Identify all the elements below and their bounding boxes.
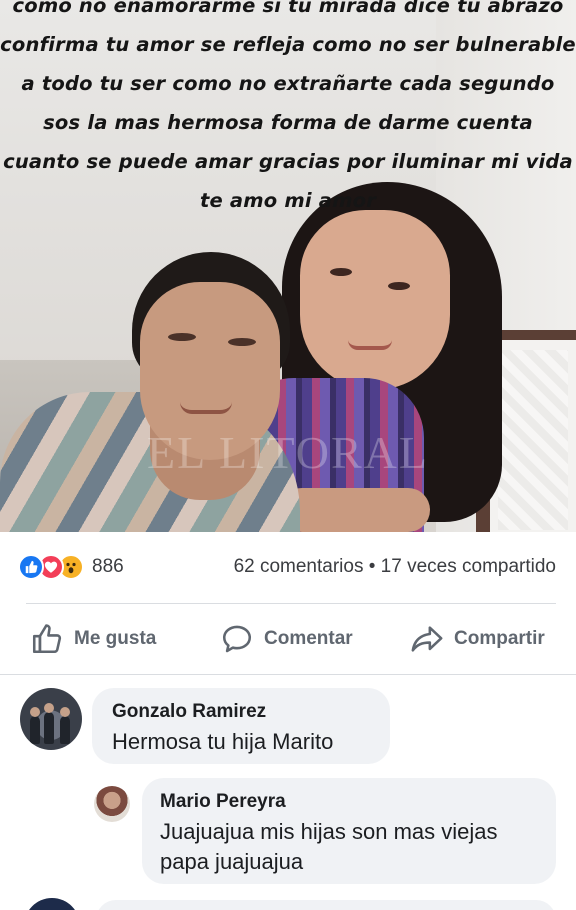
caption-line: te amo mi amor	[199, 189, 377, 212]
reply-bubble: Mario Pereyra Juajuajua mis hijas son ma…	[142, 778, 556, 884]
reaction-count: 886	[92, 556, 124, 577]
caption-line: confirma tu amor se refleja como no ser …	[0, 33, 576, 56]
share-arrow-icon	[411, 626, 443, 652]
caption-line: cuanto se puede amar gracias por ilumina…	[3, 150, 573, 173]
avatar[interactable]	[24, 898, 80, 910]
avatar-figure	[30, 707, 40, 744]
like-icon	[18, 554, 44, 580]
post-action-bar: Me gusta Comentar Compartir	[0, 604, 576, 674]
comment-button-label: Comentar	[264, 628, 353, 649]
comment-button[interactable]: Comentar	[220, 620, 353, 658]
thumbs-up-icon	[32, 624, 62, 654]
man-smile	[180, 402, 232, 414]
woman-smile	[348, 340, 392, 350]
avatar-figure	[44, 703, 54, 744]
like-button-label: Me gusta	[74, 628, 157, 649]
comment-author[interactable]: Mario Pereyra	[160, 790, 556, 814]
reaction-summary[interactable]: 886	[18, 554, 124, 580]
comment-text: Juajuajua mis hijas son mas viejas papa …	[160, 819, 498, 874]
comment-bubble: Gonzalo Ramirez Hermosa tu hija Marito	[92, 688, 390, 764]
actions-divider	[0, 674, 576, 675]
photo-caption: como no enamorarme si tu mirada dice tu …	[0, 0, 576, 220]
comment-text: Hermosa tu hija Marito	[112, 729, 334, 754]
post-stats: 886 62 comentarios • 17 veces compartido	[0, 532, 576, 604]
caption-line: sos la mas hermosa forma de darme cuenta	[43, 111, 533, 134]
speech-bubble-icon	[222, 625, 252, 653]
woman-face	[300, 210, 450, 390]
caption-line: a todo tu ser como no extrañarte cada se…	[21, 72, 555, 95]
man-eye	[228, 338, 256, 346]
post-photo[interactable]: EL LITORAL como no enamorarme si tu mira…	[0, 0, 576, 532]
like-button[interactable]: Me gusta	[30, 620, 156, 658]
man-eye	[168, 333, 196, 341]
woman-arm	[280, 488, 430, 532]
woman-eye	[388, 282, 410, 290]
share-button[interactable]: Compartir	[410, 620, 545, 658]
woman-eye	[330, 268, 352, 276]
caption-line: como no enamorarme si tu mirada dice tu …	[12, 0, 564, 17]
share-button-label: Compartir	[454, 628, 545, 649]
watermark: EL LITORAL	[147, 427, 429, 478]
avatar[interactable]	[20, 688, 82, 750]
comment-bubble	[96, 900, 556, 910]
avatar[interactable]	[94, 786, 130, 822]
avatar-figure	[60, 707, 70, 744]
comments-shares-count[interactable]: 62 comentarios • 17 veces compartido	[234, 556, 556, 578]
comment-author[interactable]: Gonzalo Ramirez	[112, 700, 390, 724]
